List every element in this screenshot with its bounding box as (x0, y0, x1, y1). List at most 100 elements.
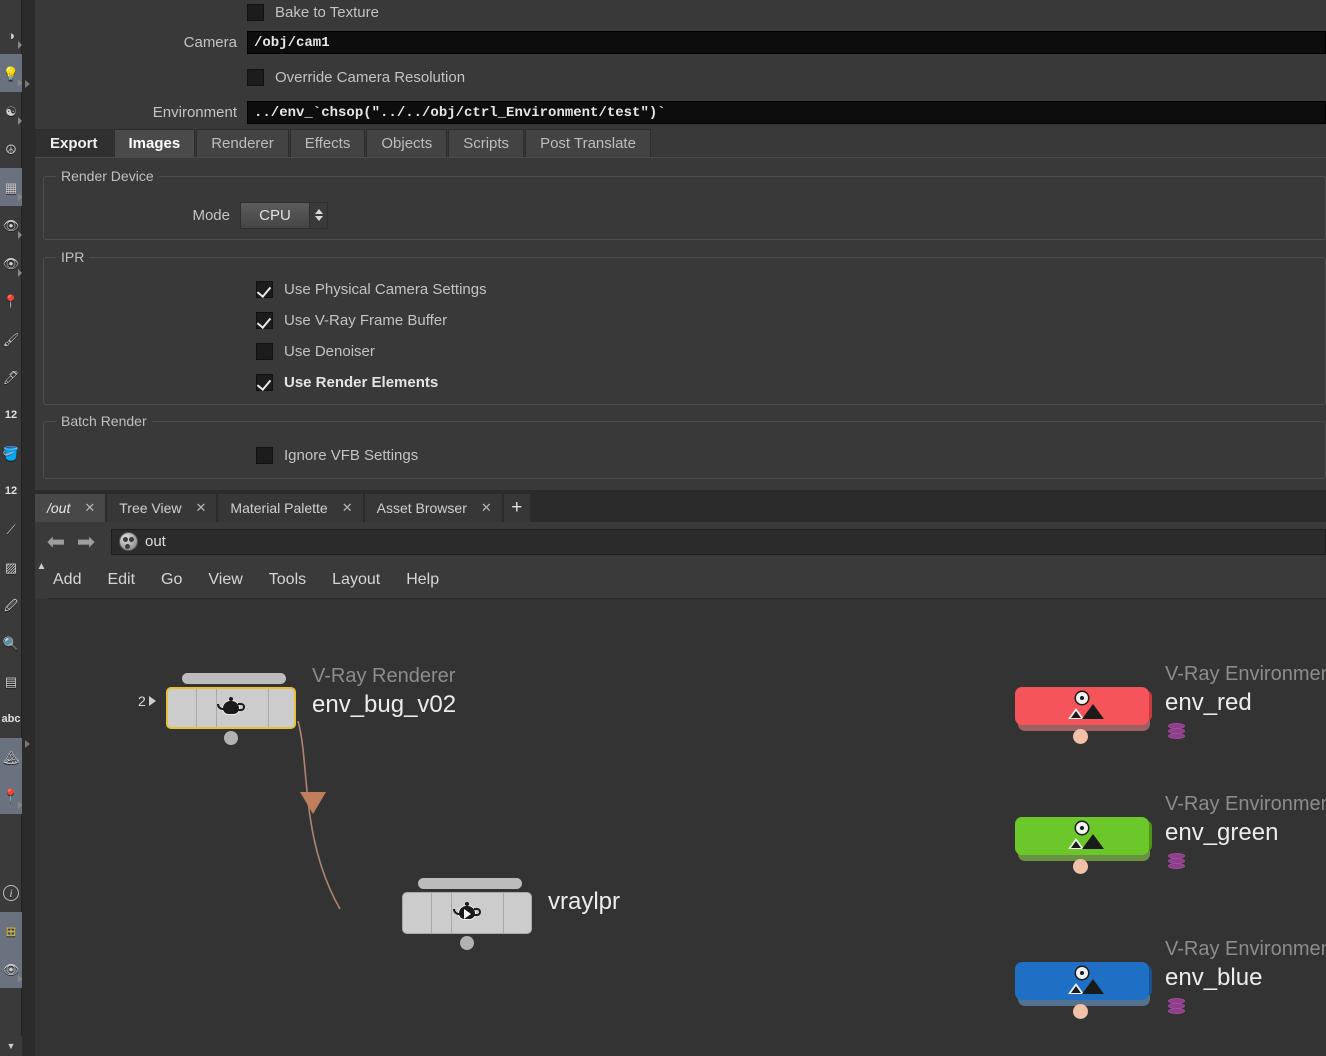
eyeball-icon[interactable]: 👁 (0, 950, 22, 988)
node-output-connector[interactable] (1073, 729, 1088, 744)
environment-icon (1065, 692, 1104, 720)
menu-edit[interactable]: Edit (107, 571, 135, 589)
checker-cube-icon[interactable]: ▦ (0, 168, 22, 206)
construction-plane-icon[interactable]: ⊞ (0, 912, 22, 950)
camera-input[interactable]: /obj/cam1 (247, 31, 1326, 54)
param-row-ignore-vfb-settings: Ignore VFB Settings (44, 440, 1325, 471)
tab-post-translate-label: Post Translate (540, 135, 636, 152)
use-vray-frame-buffer-label: Use V-Ray Frame Buffer (284, 312, 448, 329)
node-display-flag[interactable] (182, 673, 286, 684)
stack-icon[interactable]: ▤ (0, 662, 22, 700)
bulb-light-icon[interactable]: 💡 (0, 54, 22, 92)
tab-scripts[interactable]: Scripts (448, 129, 525, 157)
node-body[interactable] (402, 892, 532, 934)
uv-grid-icon[interactable]: ▨ (0, 548, 22, 586)
point-light-icon[interactable]: ☯ (0, 92, 22, 130)
network-scroll-up-button[interactable]: ▲ (35, 561, 48, 599)
render-mode-menu[interactable]: CPU (240, 201, 328, 229)
tab-post-translate[interactable]: Post Translate (525, 129, 651, 157)
node-name-label: env_bug_v02 (312, 691, 457, 718)
paint-dropper-icon[interactable]: 🖊 (0, 358, 22, 396)
node-output-connector[interactable] (1073, 859, 1088, 874)
line-tool-icon[interactable]: ⟋ (0, 510, 22, 548)
eye-hidden-icon[interactable]: 👁 (0, 244, 22, 282)
node-name-label: vraylpr (548, 888, 621, 915)
network-canvas[interactable]: 2 V-Ray Renderer env_bug_v02 vraylpr V-R… (48, 599, 1326, 1056)
batch-render-group: Batch Render Ignore VFB Settings (43, 413, 1326, 479)
map-pin-icon[interactable]: 📍 (0, 776, 22, 814)
node-vraylpr[interactable]: vraylpr (402, 878, 620, 950)
tab-objects-label: Objects (381, 135, 433, 152)
use-denoiser-checkbox[interactable] (256, 343, 273, 360)
close-icon[interactable]: ✕ (342, 500, 353, 516)
network-menu-bar: Add Edit Go View Tools Layout Help (35, 561, 1326, 599)
use-vray-frame-buffer-checkbox[interactable] (256, 312, 273, 329)
ignore-vfb-settings-checkbox[interactable] (256, 447, 273, 464)
environment-label: Environment (152, 104, 237, 121)
tab-effects[interactable]: Effects (289, 129, 366, 157)
film-reel-icon (119, 532, 138, 551)
menu-layout[interactable]: Layout (332, 571, 380, 589)
shelf-item[interactable] (0, 0, 22, 16)
menu-help[interactable]: Help (406, 571, 439, 589)
pin-icon[interactable]: 📍 (0, 282, 22, 320)
node-name-label: env_blue (1165, 964, 1263, 991)
menu-view[interactable]: View (208, 571, 242, 589)
node-display-flag[interactable] (418, 878, 522, 889)
node-output-connector[interactable] (1073, 1004, 1088, 1019)
number-12-alt-icon[interactable]: 12 (0, 472, 22, 510)
pane-collapse-nib[interactable] (25, 740, 30, 748)
light-bake-icon[interactable]: ☮ (0, 130, 22, 168)
menu-add[interactable]: Add (53, 571, 81, 589)
use-physical-camera-settings-checkbox[interactable] (256, 281, 273, 298)
parameter-pane: Bake to Texture Camera /obj/cam1 Overrid… (35, 0, 1326, 490)
network-path-input[interactable]: out (111, 528, 1326, 555)
shelf-scroll-down-button[interactable]: ▼ (0, 1036, 22, 1056)
tab-renderer[interactable]: Renderer (196, 129, 289, 157)
magnify-icon[interactable]: 🔍 (0, 624, 22, 662)
node-output-connector[interactable] (460, 936, 474, 950)
environment-input[interactable]: ../env_`chsop("../../obj/ctrl_Environmen… (247, 101, 1326, 124)
paint-bucket-icon[interactable]: 🪣 (0, 434, 22, 472)
network-tab-tree-view[interactable]: Tree View ✕ (107, 494, 217, 522)
menu-go[interactable]: Go (161, 571, 182, 589)
eye-visibility-icon[interactable]: 👁 (0, 206, 22, 244)
bake-to-texture-checkbox[interactable] (247, 4, 264, 21)
node-body[interactable] (1015, 817, 1149, 855)
chevron-updown-icon[interactable] (309, 202, 327, 228)
node-env-bug-v02[interactable]: 2 V-Ray Renderer env_bug_v02 (138, 665, 456, 745)
stroke-tool-icon[interactable]: 🖉 (0, 586, 22, 624)
tab-images[interactable]: Images (113, 129, 196, 157)
viewport-tool-shelf[interactable]: ◑ 💡 ☯ ☮ ▦ 👁 👁 📍 🖌 🖊 12 🪣 12 ⟋ ▨ 🖉 🔍 ▤ ab… (0, 0, 22, 1056)
close-icon[interactable]: ✕ (196, 500, 207, 516)
tab-objects[interactable]: Objects (366, 129, 448, 157)
back-arrow-icon[interactable]: ⬅ (41, 529, 71, 555)
tab-images-label: Images (128, 135, 181, 152)
network-tab-out[interactable]: /out ✕ (35, 494, 106, 522)
network-tab-bar: /out ✕ Tree View ✕ Material Palette ✕ As… (35, 490, 1326, 522)
close-icon[interactable]: ✕ (84, 500, 95, 516)
render-mode-value: CPU (259, 206, 291, 224)
node-body[interactable] (1015, 962, 1149, 1000)
use-render-elements-checkbox[interactable] (256, 374, 273, 391)
sphere-light-icon[interactable]: ◑ (0, 16, 22, 54)
number-12-icon[interactable]: 12 (0, 396, 22, 434)
node-body[interactable] (1015, 687, 1149, 725)
tab-export[interactable]: Export (35, 129, 113, 157)
network-tab-asset-browser[interactable]: Asset Browser ✕ (364, 494, 502, 522)
node-body[interactable] (166, 687, 296, 729)
add-tab-button[interactable]: + (503, 494, 530, 522)
text-abc-icon[interactable]: abc (0, 700, 22, 738)
paint-brush-icon[interactable]: 🖌 (0, 320, 22, 358)
info-icon[interactable]: i (0, 874, 22, 912)
node-type-label: V-Ray Environment (1165, 663, 1326, 685)
override-camera-resolution-checkbox[interactable] (247, 69, 264, 86)
environment-icon (1065, 967, 1104, 995)
menu-tools[interactable]: Tools (269, 571, 306, 589)
pane-collapse-nib[interactable] (25, 80, 30, 88)
node-output-connector[interactable] (224, 731, 238, 745)
close-icon[interactable]: ✕ (481, 500, 492, 516)
network-tab-material-palette[interactable]: Material Palette ✕ (218, 494, 363, 522)
image-plane-icon[interactable]: 🏔 (0, 738, 22, 776)
forward-arrow-icon[interactable]: ➡ (71, 529, 101, 555)
